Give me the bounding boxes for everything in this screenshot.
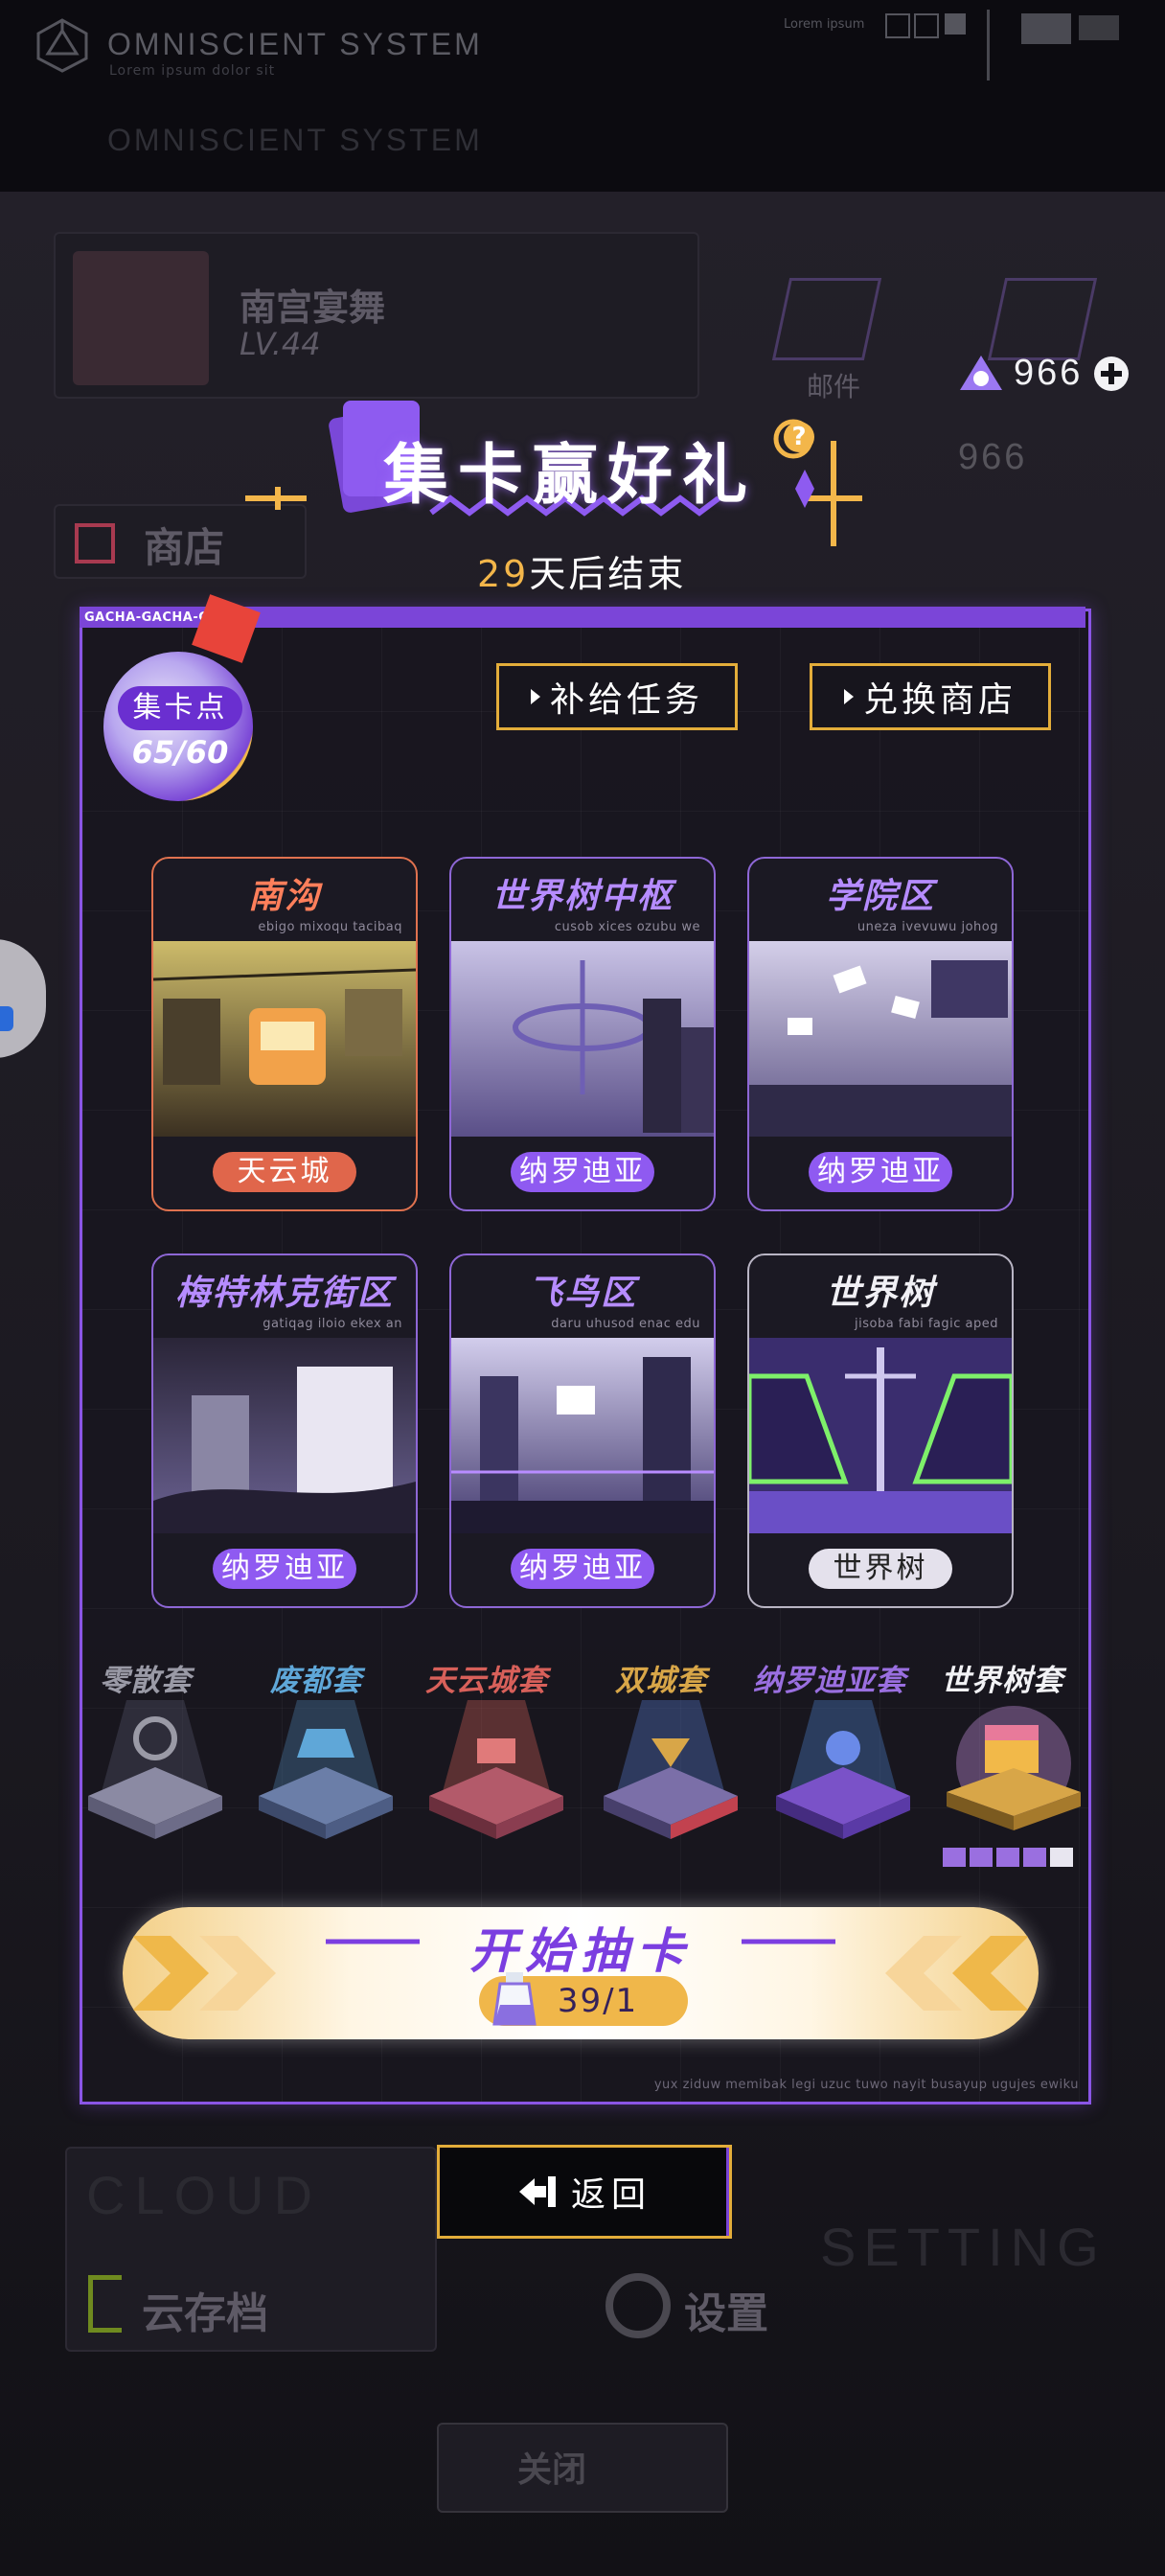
progress-square (970, 1848, 993, 1867)
card-subtitle: cusob xices ozubu we (554, 920, 700, 934)
card-title: 世界树中枢 (491, 877, 674, 916)
progress-square (943, 1848, 966, 1867)
set-label-shuangcheng: 双城套 (615, 1664, 707, 1698)
set-label-feidu: 废都套 (270, 1664, 362, 1698)
exchange-shop-button[interactable]: 兑换商店 (810, 663, 1051, 730)
ghost-setting-word: SETTING (820, 2217, 1107, 2277)
card-title: 世界树 (825, 1274, 935, 1313)
currency-value: 966 (1014, 353, 1084, 393)
event-days-suffix: 天后结束 (529, 553, 687, 595)
points-value: 65/60 (131, 734, 229, 770)
set-label-naluodiya: 纳罗迪亚套 (753, 1664, 906, 1698)
back-arrow-icon (518, 2176, 556, 2207)
mail-icon (771, 278, 882, 360)
progress-square (1023, 1848, 1046, 1867)
play-triangle-icon (843, 689, 854, 704)
gear-icon (605, 2273, 671, 2338)
system-subtitle: Lorem ipsum dolor sit (109, 63, 276, 79)
card-region-tag: 世界树 (809, 1549, 952, 1589)
card-artwork (153, 1338, 416, 1533)
card-artwork (153, 941, 416, 1137)
start-draw-label: 开始抽卡 (469, 1923, 692, 1979)
player-name: 南宫宴舞 (240, 287, 386, 329)
supply-task-button[interactable]: 补给任务 (496, 663, 738, 730)
cloud-save-icon (88, 2275, 122, 2333)
ghost-system-title: OMNISCIENT SYSTEM (107, 123, 483, 157)
cloud-save-label: 云存档 (142, 2289, 268, 2338)
card-artwork (451, 1338, 714, 1533)
card-region-tag: 纳罗迪亚 (511, 1549, 654, 1589)
divider (987, 10, 990, 80)
card-region-tag: 天云城 (213, 1152, 356, 1192)
panel-footer-text: yux ziduw memibak legi uzuc tuwo nayit b… (653, 2078, 1079, 2092)
stage-card-nangou[interactable]: 南沟 ebigo mixoqu tacibaq 天云城 (151, 857, 418, 1211)
card-title: 南沟 (247, 877, 321, 916)
currency-display: 966 (958, 353, 1131, 394)
set-progress (943, 1848, 1073, 1867)
event-days: 29 (477, 553, 530, 595)
back-label: 返回 (570, 2175, 651, 2215)
window-toggle-icon (885, 13, 910, 38)
card-subtitle: daru uhusod enac edu (551, 1317, 700, 1331)
progress-square (1050, 1848, 1073, 1867)
shop-label: 商店 (144, 524, 225, 571)
stage-card-world-tree[interactable]: 世界树 jisoba fabi fagic aped 世界树 (747, 1254, 1014, 1608)
add-currency-icon[interactable] (1092, 355, 1131, 393)
set-pedestal-world-tree[interactable] (937, 1696, 1090, 1840)
draw-count-value: 39/1 (557, 1982, 639, 2020)
help-icon[interactable]: ? (784, 422, 814, 452)
event-title: 集卡赢好礼 (383, 438, 758, 514)
corner-text: Lorem ipsum (784, 17, 865, 32)
back-button[interactable]: 返回 (437, 2145, 732, 2239)
card-region-tag: 纳罗迪亚 (511, 1152, 654, 1192)
card-artwork (749, 1338, 1012, 1533)
set-pedestal-shuangcheng[interactable] (594, 1700, 747, 1844)
player-level: LV.44 (240, 326, 321, 362)
card-subtitle: uneza ivevuwu johog (857, 920, 998, 934)
card-title: 梅特林克街区 (174, 1274, 394, 1313)
avatar (73, 251, 209, 385)
stage-card-world-tree-hub[interactable]: 世界树中枢 cusob xices ozubu we 纳罗迪亚 (449, 857, 716, 1211)
megaphone-icon (987, 278, 1098, 360)
set-label-world-tree: 世界树套 (941, 1664, 1063, 1698)
status-block-icon (1079, 15, 1119, 40)
play-triangle-icon (530, 689, 540, 704)
set-pedestal-naluodiya[interactable] (766, 1700, 920, 1844)
supply-task-label: 补给任务 (549, 680, 703, 720)
side-handle-icon (0, 1006, 13, 1031)
card-region-tag: 纳罗迪亚 (213, 1549, 356, 1589)
exchange-shop-label: 兑换商店 (862, 680, 1017, 720)
gem-icon (960, 355, 1002, 390)
system-title: OMNISCIENT SYSTEM (107, 27, 483, 61)
stage-card-maeterlinck[interactable]: 梅特林克街区 gatiqag iloio ekex an 纳罗迪亚 (151, 1254, 418, 1608)
close-label: 关闭 (517, 2450, 587, 2490)
set-pedestal-feidu[interactable] (249, 1700, 402, 1844)
event-countdown: 29天后结束 (477, 544, 686, 597)
ticket-bottle-icon (492, 1972, 537, 2026)
progress-square (996, 1848, 1019, 1867)
window-close-icon (914, 13, 939, 38)
ghost-cloud-word: CLOUD (86, 2165, 323, 2225)
status-block-icon (1021, 13, 1071, 44)
ghost-currency: 966 (958, 437, 1028, 477)
card-title: 学院区 (825, 877, 935, 916)
omniscient-logo-icon (34, 17, 90, 77)
set-label-tianyuncheng: 天云城套 (425, 1664, 548, 1698)
shop-icon (75, 523, 115, 564)
card-title: 飞鸟区 (527, 1274, 637, 1313)
window-fill-icon (945, 13, 966, 34)
settings-label: 设置 (684, 2289, 768, 2338)
card-region-tag: 纳罗迪亚 (809, 1152, 952, 1192)
set-pedestal-lingsan[interactable] (79, 1700, 232, 1844)
card-subtitle: jisoba fabi fagic aped (855, 1317, 998, 1331)
card-artwork (749, 941, 1012, 1137)
set-pedestal-tianyuncheng[interactable] (420, 1700, 573, 1844)
points-label: 集卡点 (118, 686, 242, 730)
card-subtitle: ebigo mixoqu tacibaq (258, 920, 402, 934)
card-artwork (451, 941, 714, 1137)
set-label-lingsan: 零散套 (100, 1664, 192, 1698)
card-subtitle: gatiqag iloio ekex an (263, 1317, 402, 1331)
stage-card-feiniao[interactable]: 飞鸟区 daru uhusod enac edu 纳罗迪亚 (449, 1254, 716, 1608)
stage-card-academy[interactable]: 学院区 uneza ivevuwu johog 纳罗迪亚 (747, 857, 1014, 1211)
